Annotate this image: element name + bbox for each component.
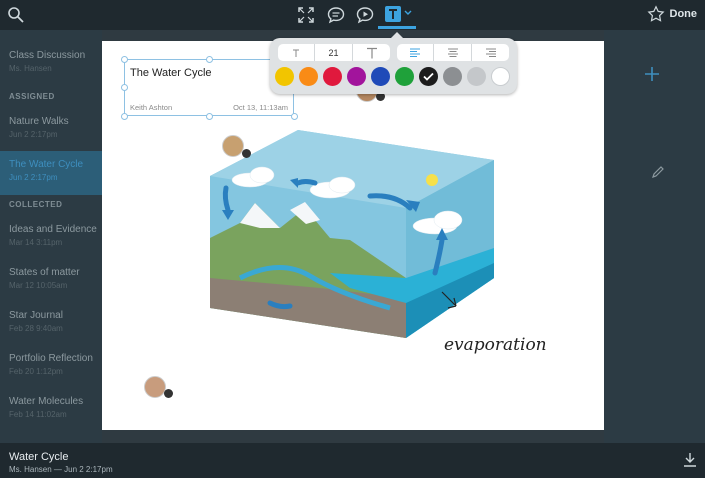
handwritten-annotation[interactable]: evaporation [440, 290, 565, 360]
resize-handle[interactable] [206, 56, 213, 63]
sidebar-item-star-journal[interactable]: Star Journal Feb 28 9:40am [0, 302, 102, 346]
text-tool-button[interactable] [378, 0, 416, 29]
color-swatch-purple[interactable] [347, 67, 366, 86]
resize-handle[interactable] [121, 56, 128, 63]
small-text-icon [293, 49, 299, 57]
increase-font-button[interactable] [353, 44, 390, 61]
done-button[interactable]: Done [670, 8, 698, 20]
color-swatch-blue[interactable] [371, 67, 390, 86]
bottom-bar: Water Cycle Ms. Hansen — Jun 2 2:17pm [0, 443, 705, 478]
download-icon[interactable] [683, 452, 697, 468]
sidebar-item-states-of-matter[interactable]: States of matter Mar 12 10:05am [0, 259, 102, 303]
text-box[interactable]: The Water Cycle Keith Ashton Oct 13, 11:… [124, 59, 294, 116]
color-swatch-white[interactable] [491, 67, 510, 86]
sidebar-item-label: Portfolio Reflection [9, 353, 93, 364]
decrease-font-button[interactable] [278, 44, 315, 61]
color-swatch-red[interactable] [323, 67, 342, 86]
sidebar-item-label: Class Discussion [9, 50, 86, 61]
text-box-author: Keith Ashton [130, 103, 173, 112]
document-title: Water Cycle [9, 451, 69, 463]
sidebar-item-label: Star Journal [9, 310, 63, 321]
play-comment-icon[interactable] [355, 5, 375, 25]
resize-handle[interactable] [291, 113, 298, 120]
sidebar-item-sub: Feb 28 9:40am [9, 324, 63, 333]
search-icon[interactable] [6, 5, 26, 25]
font-size-value: 21 [315, 44, 353, 61]
text-tool-icon [385, 6, 401, 22]
color-swatch-yellow[interactable] [275, 67, 294, 86]
sidebar-item-sub: Feb 20 1:12pm [9, 367, 63, 376]
sidebar-item-portfolio[interactable]: Portfolio Reflection Feb 20 1:12pm [0, 345, 102, 389]
sidebar-item-class-discussion[interactable]: Class Discussion Ms. Hansen [0, 42, 102, 86]
color-swatch-black[interactable] [419, 67, 438, 86]
resize-handle[interactable] [121, 113, 128, 120]
align-center-button[interactable] [434, 44, 472, 61]
resize-handle[interactable] [206, 113, 213, 120]
section-header-assigned: ASSIGNED [9, 92, 55, 101]
play-icon[interactable] [242, 149, 251, 158]
sidebar-item-label: Ideas and Evidence [9, 224, 97, 235]
alignment-control [397, 44, 509, 61]
avatar[interactable] [144, 376, 166, 398]
sidebar-item-sub: Mar 14 3:11pm [9, 238, 63, 247]
sidebar-item-sub: Ms. Hansen [9, 64, 52, 73]
color-swatch-orange[interactable] [299, 67, 318, 86]
comment-icon[interactable] [326, 5, 346, 25]
text-box-date: Oct 13, 11:13am [233, 103, 288, 112]
sidebar-item-label: Nature Walks [9, 116, 69, 127]
font-size-control: 21 [278, 44, 390, 61]
sidebar-item-label: Water Molecules [9, 396, 84, 407]
avatar[interactable] [222, 135, 244, 157]
chevron-down-icon [404, 10, 412, 15]
play-icon[interactable] [164, 389, 173, 398]
star-icon[interactable] [647, 5, 665, 23]
text-format-popover: 21 [270, 32, 517, 94]
sidebar-item-nature-walks[interactable]: Nature Walks Jun 2 2:17pm [0, 108, 102, 152]
add-icon[interactable] [644, 66, 660, 82]
color-swatch-gray[interactable] [443, 67, 462, 86]
sidebar-item-water-molecules[interactable]: Water Molecules Feb 14 11:02am [0, 388, 102, 432]
fullscreen-icon[interactable] [296, 5, 316, 25]
sidebar-item-sub: Jun 2 2:17pm [9, 130, 58, 139]
sidebar-item-label: States of matter [9, 267, 80, 278]
sidebar-item-sub: Jun 2 2:17pm [9, 173, 58, 182]
sidebar-item-sub: Feb 14 11:02am [9, 410, 67, 419]
align-right-icon [485, 48, 496, 57]
resize-handle[interactable] [121, 84, 128, 91]
color-swatch-light-gray[interactable] [467, 67, 486, 86]
color-swatch-green[interactable] [395, 67, 414, 86]
align-center-icon [447, 48, 458, 57]
top-toolbar: Done [0, 0, 705, 30]
align-left-button[interactable] [397, 44, 434, 61]
sidebar-item-sub: Mar 12 10:05am [9, 281, 68, 290]
section-header-collected: COLLECTED [9, 200, 63, 209]
checkmark-icon [423, 72, 434, 81]
sidebar: Class Discussion Ms. Hansen ASSIGNED Nat… [0, 30, 102, 443]
sidebar-item-ideas[interactable]: Ideas and Evidence Mar 14 3:11pm [0, 216, 102, 260]
sidebar-item-label: The Water Cycle [9, 159, 84, 170]
document-subtitle: Ms. Hansen — Jun 2 2:17pm [9, 465, 113, 474]
annotation-text: evaporation [444, 335, 547, 355]
align-right-button[interactable] [472, 44, 509, 61]
align-left-icon [410, 48, 420, 57]
large-text-icon [366, 47, 377, 58]
right-panel [604, 30, 705, 443]
text-box-content[interactable]: The Water Cycle [130, 67, 212, 79]
pen-icon[interactable] [651, 165, 665, 179]
sidebar-item-water-cycle[interactable]: The Water Cycle Jun 2 2:17pm [0, 151, 102, 195]
